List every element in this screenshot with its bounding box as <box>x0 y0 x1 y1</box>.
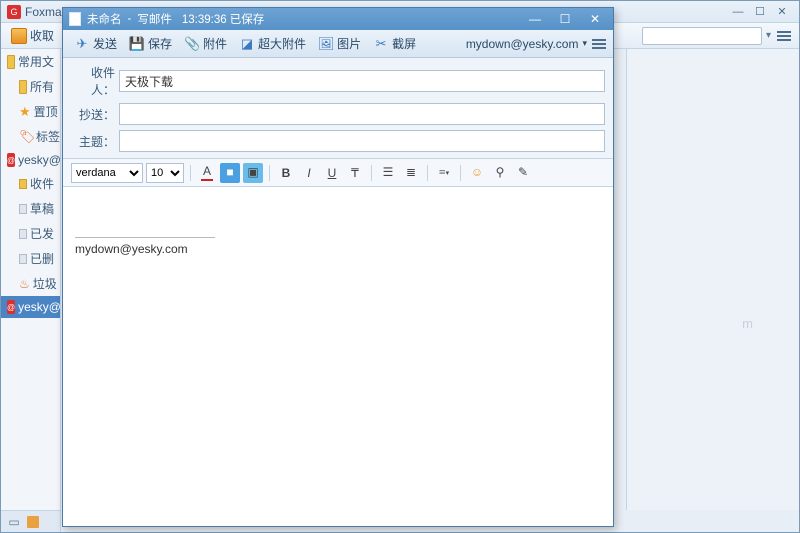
contacts-icon[interactable] <box>27 516 39 528</box>
background-button[interactable]: ▣ <box>243 163 263 183</box>
big-attach-icon: ◪ <box>239 36 255 52</box>
to-label[interactable]: 收件人： <box>71 64 115 98</box>
sidebar-deleted[interactable]: 已删 <box>1 246 60 271</box>
font-family-select[interactable]: verdana <box>71 163 143 183</box>
compose-title-time: 13:39:36 已保存 <box>182 11 264 27</box>
bigattach-button[interactable]: ◪超大附件 <box>234 33 311 54</box>
sidebar-drafts[interactable]: 草稿 <box>1 196 60 221</box>
cc-input[interactable] <box>119 103 605 125</box>
sidebar: 常用文 所有 ★置顶 🏷标签 @yesky@ 收件 草稿 已发 已删 ♨垃圾 @… <box>1 49 61 510</box>
compose-title-name: 未命名 <box>87 11 122 27</box>
receive-label: 收取 <box>30 27 54 44</box>
format-toolbar: verdana 10 A ■ ▣ B I U ₸ ☰ ≣ ≡▾ ☺ ⚲ ✎ <box>63 159 613 187</box>
signature-text: mydown@yesky.com <box>75 242 601 256</box>
sidebar-tags[interactable]: 🏷标签 <box>1 124 60 149</box>
subject-input[interactable] <box>119 130 605 152</box>
compose-toolbar: ✈发送 💾保存 📎附件 ◪超大附件 🖼图片 ✂截屏 mydown@yesky.c… <box>63 30 613 58</box>
document-icon <box>69 12 81 26</box>
font-color-button[interactable]: A <box>197 163 217 183</box>
sidebar-sent[interactable]: 已发 <box>1 221 60 246</box>
align-button[interactable]: ≡▾ <box>434 163 454 183</box>
options-menu-icon[interactable] <box>591 37 607 51</box>
preview-pane <box>626 49 799 510</box>
underline-button[interactable]: U <box>322 163 342 183</box>
image-button[interactable]: 🖼图片 <box>313 33 366 54</box>
send-icon: ✈ <box>74 36 90 52</box>
account-icon: @ <box>7 300 15 314</box>
compose-maximize-button[interactable]: ☐ <box>553 11 577 27</box>
font-size-select[interactable]: 10 <box>146 163 184 183</box>
sidebar-junk[interactable]: ♨垃圾 <box>1 271 60 296</box>
compose-body[interactable]: mydown@yesky.com <box>63 187 613 526</box>
symbol-button[interactable]: ⚲ <box>490 163 510 183</box>
italic-button[interactable]: I <box>299 163 319 183</box>
compose-window: 未命名 - 写邮件 13:39:36 已保存 — ☐ ✕ ✈发送 💾保存 📎附件… <box>62 7 614 527</box>
receive-button[interactable]: 收取 <box>7 25 58 46</box>
signature-divider <box>75 237 215 238</box>
from-dropdown-icon[interactable]: ▾ <box>582 38 587 49</box>
calendar-icon[interactable]: ▭ <box>7 515 21 529</box>
sidebar-common-folder[interactable]: 常用文 <box>1 49 60 74</box>
drafts-icon <box>19 204 27 214</box>
sidebar-pinned[interactable]: ★置顶 <box>1 99 60 124</box>
image-icon: 🖼 <box>318 36 334 52</box>
junk-icon: ♨ <box>19 277 30 291</box>
screenshot-button[interactable]: ✂截屏 <box>368 33 421 54</box>
save-button[interactable]: 💾保存 <box>124 33 177 54</box>
compose-title-kind: 写邮件 <box>137 11 172 27</box>
compose-minimize-button[interactable]: — <box>523 11 547 27</box>
sidebar-account-1[interactable]: @yesky@ <box>1 149 60 171</box>
strikethrough-button[interactable]: ₸ <box>345 163 365 183</box>
inbox-icon <box>11 28 27 44</box>
view-list-icon[interactable] <box>775 28 793 44</box>
unordered-list-button[interactable]: ≣ <box>401 163 421 183</box>
folder-icon <box>7 55 15 69</box>
emoji-button[interactable]: ☺ <box>467 163 487 183</box>
sent-icon <box>19 229 27 239</box>
app-maximize-button[interactable]: ☐ <box>749 4 771 20</box>
sidebar-account-2[interactable]: @yesky@ <box>1 296 60 318</box>
send-button[interactable]: ✈发送 <box>69 33 122 54</box>
from-account[interactable]: mydown@yesky.com <box>466 37 579 51</box>
compose-close-button[interactable]: ✕ <box>583 11 607 27</box>
sidebar-all[interactable]: 所有 <box>1 74 60 99</box>
compose-fields: 收件人： 抄送： 主题： <box>63 58 613 159</box>
paperclip-icon: 📎 <box>184 36 200 52</box>
ordered-list-button[interactable]: ☰ <box>378 163 398 183</box>
app-title: Foxmail <box>25 5 67 19</box>
app-close-button[interactable]: ✕ <box>771 4 793 20</box>
to-input[interactable] <box>119 70 605 92</box>
search-input[interactable] <box>642 27 762 45</box>
inbox-icon <box>19 179 27 189</box>
compose-titlebar[interactable]: 未命名 - 写邮件 13:39:36 已保存 — ☐ ✕ <box>63 8 613 30</box>
statusbar: ▭ <box>1 510 61 532</box>
highlight-button[interactable]: ■ <box>220 163 240 183</box>
search-dropdown-icon[interactable]: ▾ <box>766 30 771 41</box>
bold-button[interactable]: B <box>276 163 296 183</box>
save-icon: 💾 <box>129 36 145 52</box>
attach-button[interactable]: 📎附件 <box>179 33 232 54</box>
tag-icon: 🏷 <box>19 130 33 144</box>
app-minimize-button[interactable]: — <box>727 4 749 20</box>
star-icon: ★ <box>19 105 31 119</box>
folder-icon <box>19 80 27 94</box>
scissors-icon: ✂ <box>373 36 389 52</box>
format-painter-button[interactable]: ✎ <box>513 163 533 183</box>
watermark: m <box>742 316 754 331</box>
app-logo-icon: G <box>7 5 21 19</box>
subject-label[interactable]: 主题： <box>71 133 115 150</box>
sidebar-inbox[interactable]: 收件 <box>1 171 60 196</box>
account-icon: @ <box>7 153 15 167</box>
cc-label[interactable]: 抄送： <box>71 106 115 123</box>
deleted-icon <box>19 254 27 264</box>
